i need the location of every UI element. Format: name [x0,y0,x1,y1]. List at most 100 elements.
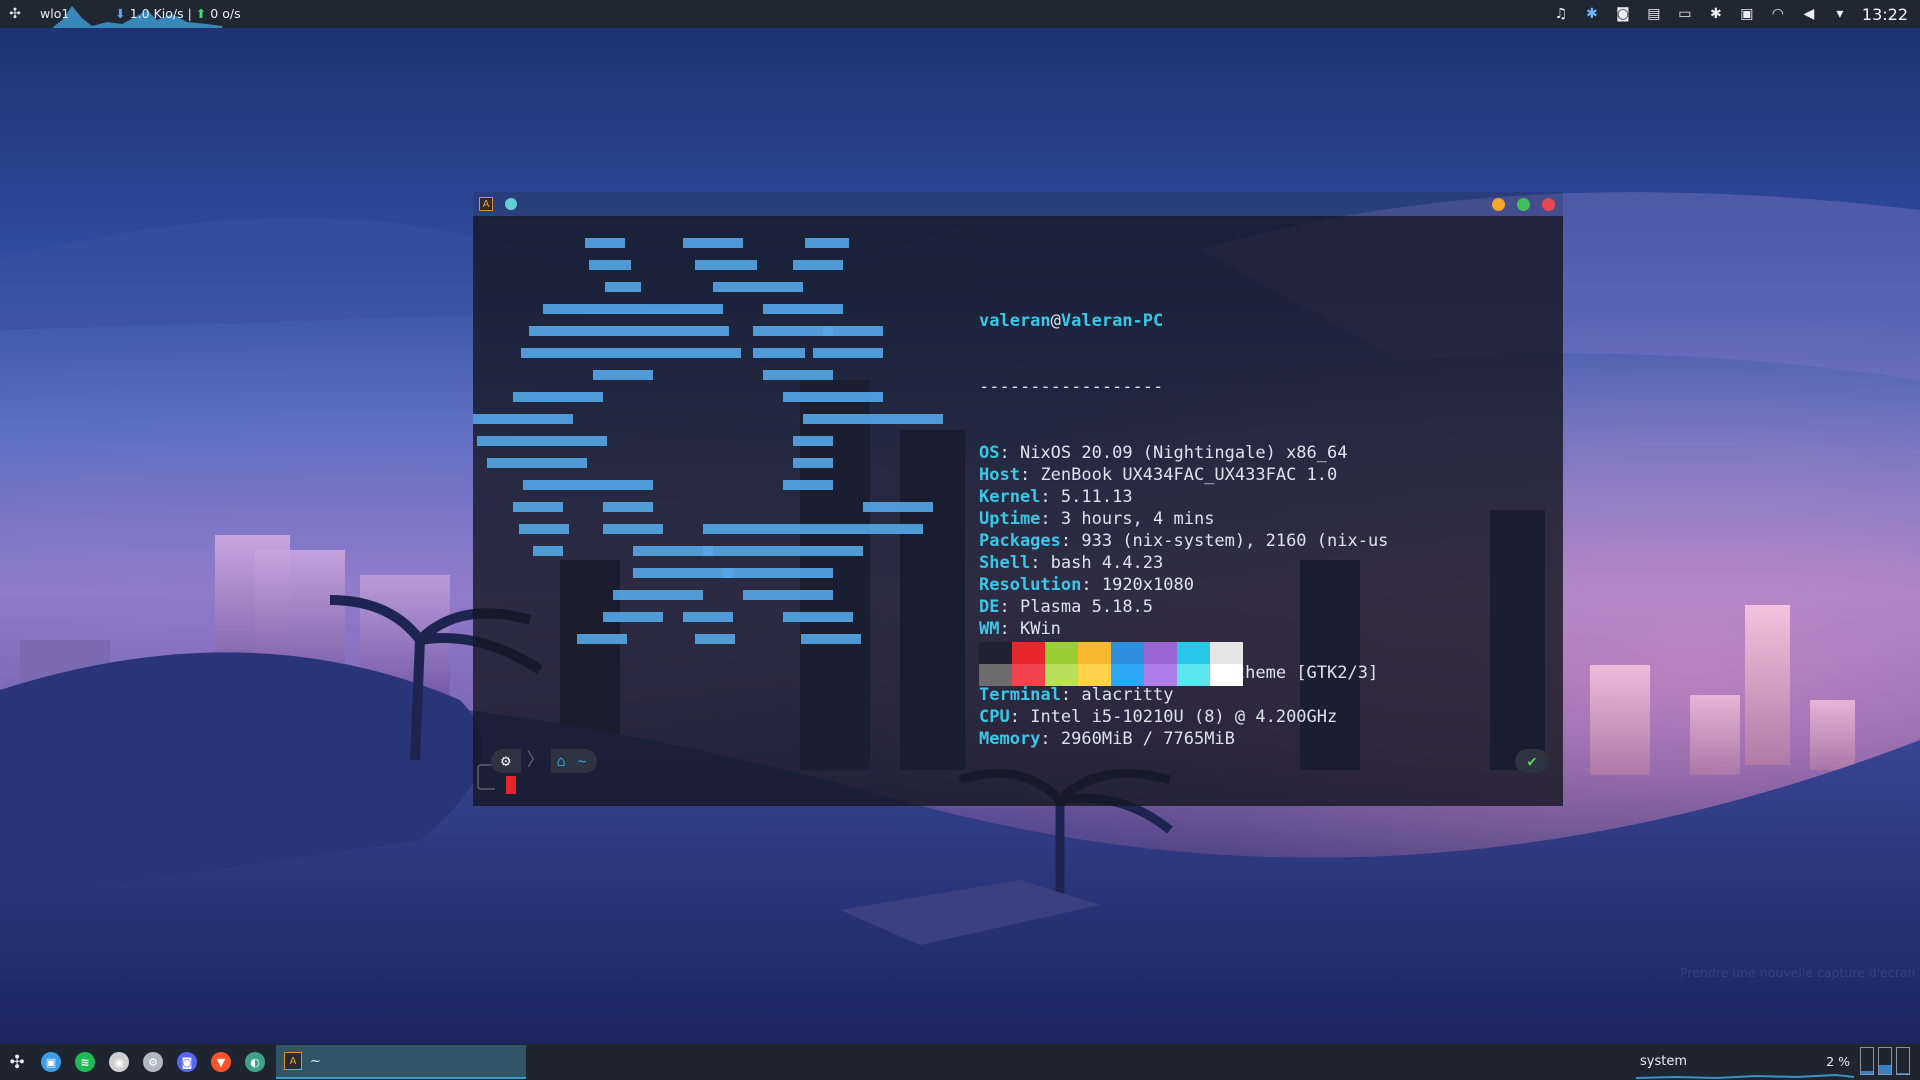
nix-snowflake-icon: ⚙ [501,751,511,770]
maximize-button[interactable] [1517,197,1530,211]
info-value: 933 (nix-system), 2160 (nix-us [1081,531,1389,551]
palette-swatch [1210,664,1243,686]
info-key: Shell [979,553,1031,573]
shell-prompt: ⚙ 〉 ⌂ ~ [491,749,597,773]
info-line: Terminal: alacritty [979,685,1174,705]
palette-swatch [1078,664,1111,686]
separator-line: ------------------ [979,377,1164,397]
settings-icon: ⚙ [143,1052,163,1072]
terminal-titlebar[interactable]: A [473,192,1563,216]
upload-rate: 0 o/s [210,6,241,21]
username: valeran [979,311,1051,331]
clock[interactable]: 13:22 [1862,5,1908,24]
info-line: OS: NixOS 20.09 (Nightingale) x86_64 [979,443,1348,463]
info-key: Memory [979,729,1041,749]
hostname: Valeran-PC [1060,311,1164,331]
spotify-icon: ≋ [75,1052,95,1072]
obs-launcher[interactable]: ◉ [102,1044,136,1080]
neofetch-info: valeran@Valeran-PC ------------------ OS… [979,266,1388,794]
settings-launcher[interactable]: ⚙ [136,1044,170,1080]
palette-swatch [1177,664,1210,686]
swap-bar [1878,1047,1892,1075]
directory-segment: ⌂ ~ [550,749,597,773]
discord-tray-icon[interactable]: ◙ [1614,5,1632,23]
bluetooth-tray-icon[interactable]: ✱ [1583,5,1601,23]
discord-icon: ◙ [177,1052,197,1072]
terminal-window[interactable]: valeran@Valeran-PC ------------------ OS… [473,216,1563,806]
volume-icon[interactable]: ◀ [1800,5,1818,23]
download-rate: 1.0 Kio/s [129,6,184,21]
at-sign: @ [1050,311,1061,331]
palette-swatch [1111,664,1144,686]
kde-menu-icon[interactable]: ✣ [6,5,24,23]
battery-icon[interactable]: ▭ [1676,5,1694,23]
palette-swatch [979,664,1012,686]
info-value: 1920x1080 [1101,575,1194,595]
network-monitor[interactable]: wlo1 ⬇ 1.0 Kio/s | ⬆ 0 o/s [32,0,241,28]
color-palette [979,642,1243,686]
palette-swatch [979,642,1012,664]
brave-launcher[interactable]: ▼ [204,1044,238,1080]
firefox-launcher[interactable]: ◐ [238,1044,272,1080]
info-line: Packages: 933 (nix-system), 2160 (nix-us [979,531,1389,551]
obs-icon: ◉ [109,1052,129,1072]
tray-expand-icon[interactable]: ▾ [1831,5,1849,23]
info-key: Uptime [979,509,1041,529]
info-key: Resolution [979,575,1082,595]
info-key: WM [979,619,1000,639]
palette-swatch [1078,642,1111,664]
info-value: 2960MiB / 7765MiB [1060,729,1235,749]
os-segment: ⚙ [491,749,521,773]
discord-launcher[interactable]: ◙ [170,1044,204,1080]
screenshot-hint: Prendre une nouvelle capture d'écran [1680,965,1916,980]
application-launcher-icon[interactable]: ✣ [0,1044,34,1080]
info-line: CPU: Intel i5-10210U (8) @ 4.200GHz [979,707,1338,727]
dolphin-icon: ▣ [41,1052,61,1072]
info-key: CPU [979,707,1010,727]
info-line: WM: KWin [979,619,1061,639]
palette-swatch [1144,642,1177,664]
task-alacritty[interactable]: A ~ [276,1045,526,1079]
info-value: NixOS 20.09 (Nightingale) x86_64 [1019,443,1348,463]
info-value: Intel i5-10210U (8) @ 4.200GHz [1030,707,1338,727]
spotify-launcher[interactable]: ≋ [68,1044,102,1080]
wifi-icon[interactable]: ◠ [1769,5,1787,23]
alacritty-app-icon[interactable]: A [479,197,493,211]
system-monitor[interactable]: system 2 % [1636,1044,1854,1080]
info-value: bash 4.4.23 [1050,553,1164,573]
palette-swatch [1045,642,1078,664]
notifications-icon[interactable]: ♫ [1552,5,1570,23]
status-ok-icon: ✔ [1515,749,1549,773]
close-button[interactable] [1542,197,1555,211]
nixos-ascii-logo [473,238,943,644]
upload-arrow-icon: ⬆ [195,6,207,21]
disk-bar [1896,1047,1910,1075]
info-key: Kernel [979,487,1041,507]
info-line: Resolution: 1920x1080 [979,575,1194,595]
info-line: Shell: bash 4.4.23 [979,553,1164,573]
network-interface: wlo1 [40,6,70,21]
palette-swatch [1177,642,1210,664]
info-line: Host: ZenBook UX434FAC_UX433FAC 1.0 [979,465,1338,485]
terminal-cursor[interactable] [506,776,516,794]
palette-swatch [1045,664,1078,686]
info-line: DE: Plasma 5.18.5 [979,597,1154,617]
resource-bars[interactable] [1860,1047,1910,1075]
current-directory: ~ [577,752,587,770]
bottom-panel: ✣ ▣ ≋ ◉ ⚙ ◙ ▼ ◐ A ~ [0,1044,1920,1080]
bluetooth-icon[interactable]: ✱ [1707,5,1725,23]
info-line: Uptime: 3 hours, 4 mins [979,509,1215,529]
clipboard-icon[interactable]: ▤ [1645,5,1663,23]
top-panel: ✣ wlo1 ⬇ 1.0 Kio/s | ⬆ 0 o/s ♫ ✱ ◙ ▤ ▭ ✱… [0,0,1920,28]
dolphin-launcher[interactable]: ▣ [34,1044,68,1080]
device-icon[interactable]: ▣ [1738,5,1756,23]
download-arrow-icon: ⬇ [115,6,126,21]
brave-icon: ▼ [211,1052,231,1072]
palette-swatch [1012,664,1045,686]
memory-bar [1860,1047,1874,1075]
keep-above-button[interactable] [505,198,517,210]
home-icon: ⌂ [556,752,566,770]
minimize-button[interactable] [1492,197,1505,211]
cpu-usage: 2 % [1826,1054,1850,1069]
palette-swatch [1111,642,1144,664]
